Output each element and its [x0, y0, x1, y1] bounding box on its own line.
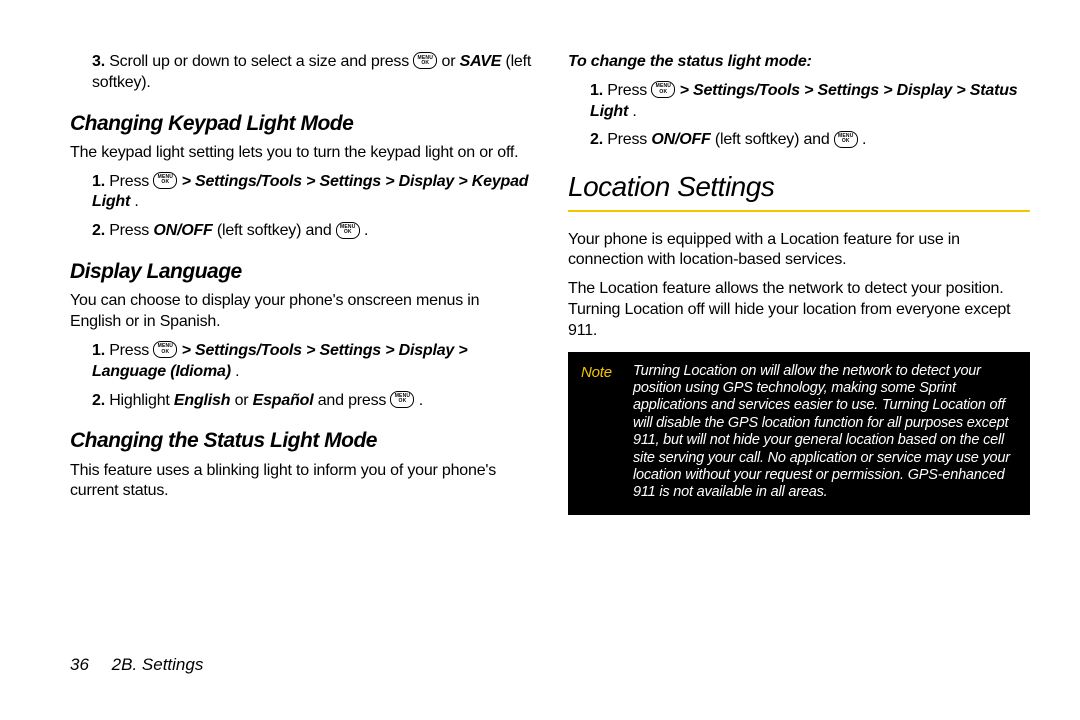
menu-ok-icon: MENUOK: [153, 341, 177, 358]
text: .: [134, 193, 138, 210]
list-item: 1. Press MENUOK > Settings/Tools > Setti…: [88, 341, 532, 383]
list-item: 1. Press MENUOK > Settings/Tools > Setti…: [586, 81, 1030, 123]
text: Press: [109, 222, 153, 239]
right-column: To change the status light mode: 1. Pres…: [568, 52, 1030, 580]
text: Press: [607, 131, 651, 148]
heading-display-language: Display Language: [70, 258, 532, 285]
procedure-lead: To change the status light mode:: [568, 52, 1030, 73]
list-item: 2. Press ON/OFF (left softkey) and MENUO…: [586, 130, 1030, 151]
step-number: 1.: [590, 82, 603, 99]
text: Press: [607, 82, 651, 99]
paragraph: Your phone is equipped with a Location f…: [568, 230, 1030, 272]
heading-status-light: Changing the Status Light Mode: [70, 427, 532, 454]
text: Scroll up or down to select a size and p…: [109, 53, 413, 70]
text: .: [862, 131, 866, 148]
menu-ok-icon: MENUOK: [153, 172, 177, 189]
softkey-label: ON/OFF: [651, 131, 710, 148]
step-number: 1.: [92, 342, 105, 359]
section-title: 2B. Settings: [112, 655, 204, 674]
size-steps-continued: 3. Scroll up or down to select a size an…: [70, 52, 532, 94]
page-number: 36: [70, 655, 89, 674]
list-item: 3. Scroll up or down to select a size an…: [88, 52, 532, 94]
step-number: 2.: [590, 131, 603, 148]
text: .: [364, 222, 368, 239]
menu-ok-icon: MENUOK: [834, 131, 858, 148]
step-number: 2.: [92, 392, 105, 409]
left-column: 3. Scroll up or down to select a size an…: [70, 52, 532, 580]
list-item: 2. Press ON/OFF (left softkey) and MENUO…: [88, 221, 532, 242]
option: English: [174, 392, 230, 409]
paragraph: This feature uses a blinking light to in…: [70, 461, 532, 503]
keypad-steps: 1. Press MENUOK > Settings/Tools > Setti…: [70, 172, 532, 242]
softkey-label: ON/OFF: [153, 222, 212, 239]
note-label: Note: [581, 363, 621, 502]
page-footer: 36 2B. Settings: [70, 655, 203, 675]
text: or: [442, 53, 460, 70]
heading-keypad-light: Changing Keypad Light Mode: [70, 110, 532, 137]
text: or: [235, 392, 253, 409]
paragraph: The Location feature allows the network …: [568, 279, 1030, 341]
note-text: Turning Location on will allow the netwo…: [633, 363, 1017, 502]
text: and press: [318, 392, 391, 409]
text: Highlight: [109, 392, 174, 409]
list-item: 2. Highlight English or Español and pres…: [88, 391, 532, 412]
softkey-label: SAVE: [460, 53, 502, 70]
step-number: 3.: [92, 53, 105, 70]
step-number: 2.: [92, 222, 105, 239]
list-item: 1. Press MENUOK > Settings/Tools > Setti…: [88, 172, 532, 214]
option: Español: [253, 392, 314, 409]
text: (left softkey) and: [715, 131, 834, 148]
menu-ok-icon: MENUOK: [336, 222, 360, 239]
text: Press: [109, 342, 153, 359]
heading-location-settings: Location Settings: [568, 169, 1030, 205]
step-number: 1.: [92, 173, 105, 190]
paragraph: You can choose to display your phone's o…: [70, 291, 532, 333]
text: .: [235, 363, 239, 380]
menu-ok-icon: MENUOK: [651, 81, 675, 98]
paragraph: The keypad light setting lets you to tur…: [70, 143, 532, 164]
language-steps: 1. Press MENUOK > Settings/Tools > Setti…: [70, 341, 532, 411]
text: Press: [109, 173, 153, 190]
section-rule: [568, 210, 1030, 212]
text: (left softkey) and: [217, 222, 336, 239]
text: .: [419, 392, 423, 409]
text: .: [632, 103, 636, 120]
status-light-steps: 1. Press MENUOK > Settings/Tools > Setti…: [568, 81, 1030, 151]
page-body: 3. Scroll up or down to select a size an…: [0, 0, 1080, 620]
menu-ok-icon: MENUOK: [413, 52, 437, 69]
menu-ok-icon: MENUOK: [390, 391, 414, 408]
note-box: Note Turning Location on will allow the …: [568, 352, 1030, 515]
